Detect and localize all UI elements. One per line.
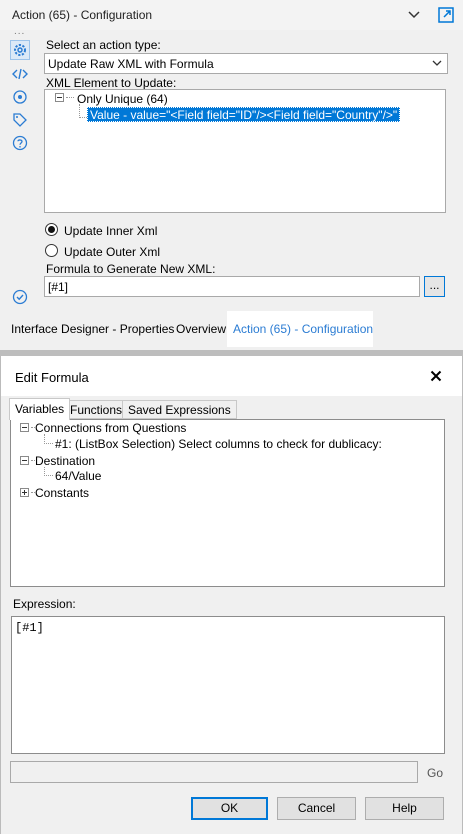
- code-icon[interactable]: [10, 64, 30, 84]
- xml-tree-root-node[interactable]: Only Unique (64): [77, 92, 168, 106]
- tab-functions[interactable]: Functions: [64, 400, 129, 419]
- tree-connector: [66, 97, 74, 98]
- update-outer-xml-label[interactable]: Update Outer Xml: [64, 245, 160, 259]
- tab-overview[interactable]: Overview: [170, 311, 232, 347]
- collapse-toggle[interactable]: [55, 93, 64, 102]
- chevron-down-icon[interactable]: [431, 57, 443, 69]
- dialog-title: Edit Formula: [15, 370, 89, 385]
- action-type-select[interactable]: Update Raw XML with Formula: [44, 53, 448, 74]
- update-outer-xml-radio[interactable]: [45, 244, 58, 257]
- tag-icon[interactable]: [10, 110, 30, 130]
- expression-label: Expression:: [13, 597, 76, 611]
- cancel-button[interactable]: Cancel: [277, 797, 356, 820]
- formula-label: Formula to Generate New XML:: [46, 262, 216, 276]
- chevron-down-icon[interactable]: [404, 5, 424, 25]
- tree-node-destination[interactable]: Destination: [35, 454, 95, 468]
- popout-icon[interactable]: [435, 4, 457, 26]
- tree-node-constants[interactable]: Constants: [35, 486, 89, 500]
- help-icon[interactable]: [10, 133, 30, 153]
- check-circle-icon[interactable]: [10, 287, 30, 307]
- tree-node-connections[interactable]: Connections from Questions: [35, 421, 186, 435]
- configuration-gear-icon[interactable]: [10, 40, 30, 60]
- collapse-toggle[interactable]: [20, 423, 29, 432]
- tree-node-value[interactable]: 64/Value: [55, 469, 101, 483]
- update-inner-xml-radio[interactable]: [45, 223, 58, 236]
- panel-title: Action (65) - Configuration: [12, 8, 153, 22]
- xml-tree-selected-node[interactable]: Value - value="<Field field="ID"/><Field…: [87, 107, 401, 122]
- tab-action-configuration[interactable]: Action (65) - Configuration: [227, 311, 373, 347]
- formula-input[interactable]: [#1]: [44, 276, 420, 297]
- target-icon[interactable]: [10, 87, 30, 107]
- update-inner-xml-label[interactable]: Update Inner Xml: [64, 224, 157, 238]
- collapse-toggle[interactable]: [20, 456, 29, 465]
- tree-connector: [79, 117, 87, 118]
- tab-interface-designer[interactable]: Interface Designer - Properties: [5, 311, 180, 347]
- go-button[interactable]: Go: [427, 766, 443, 780]
- action-type-label: Select an action type:: [46, 38, 161, 52]
- xml-element-label: XML Element to Update:: [46, 76, 177, 90]
- ok-button[interactable]: OK: [191, 797, 268, 820]
- expression-editor[interactable]: [#1]: [11, 616, 445, 754]
- close-icon[interactable]: [430, 370, 442, 382]
- tree-connector: [79, 104, 80, 118]
- expression-status-field: [10, 761, 418, 783]
- tree-connector: [44, 443, 53, 444]
- tab-saved-expressions[interactable]: Saved Expressions: [122, 400, 237, 419]
- tree-node-listbox-selection[interactable]: #1: (ListBox Selection) Select columns t…: [55, 437, 382, 451]
- expand-toggle[interactable]: [20, 488, 29, 497]
- drag-dots: ...: [14, 26, 26, 37]
- edit-formula-button[interactable]: ...: [424, 276, 445, 297]
- help-button[interactable]: Help: [365, 797, 444, 820]
- tab-variables[interactable]: Variables: [9, 398, 71, 420]
- tree-connector: [44, 475, 53, 476]
